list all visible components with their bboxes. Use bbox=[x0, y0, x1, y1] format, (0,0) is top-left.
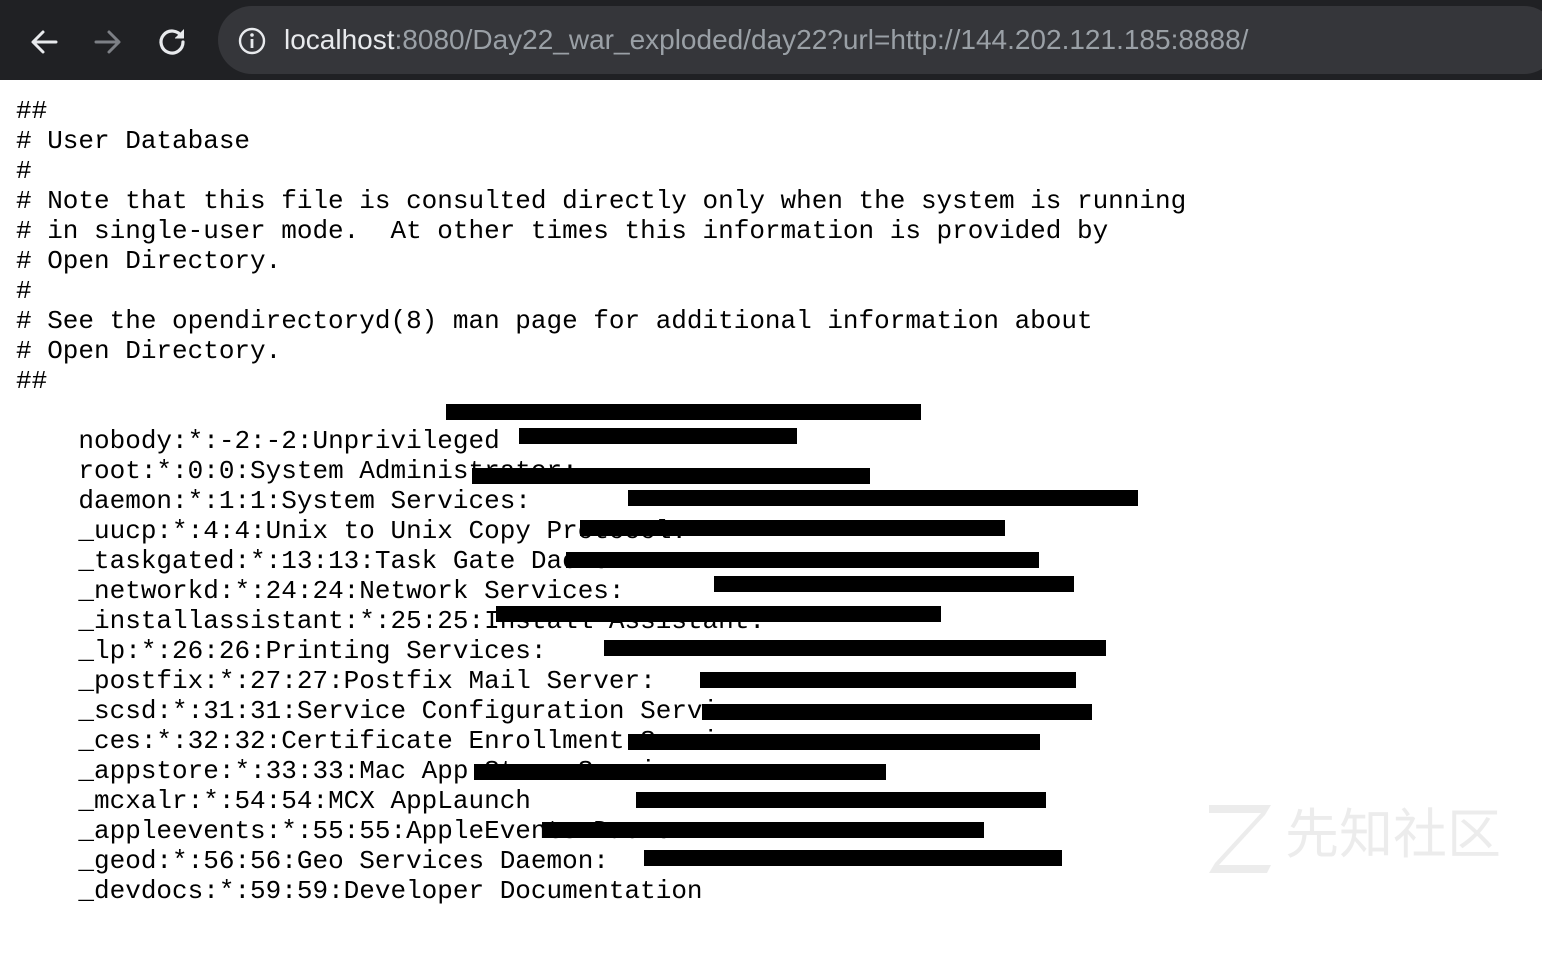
passwd-entry: _mcxalr:*:54:54:MCX AppLaunch bbox=[16, 756, 1526, 816]
address-bar[interactable]: localhost:8080/Day22_war_exploded/day22?… bbox=[218, 6, 1542, 74]
url-host: localhost bbox=[284, 24, 395, 55]
page-content: ## # User Database # # Note that this fi… bbox=[16, 96, 1526, 906]
redaction-bar bbox=[472, 468, 870, 484]
redaction-bar bbox=[604, 640, 1106, 656]
redaction-bar bbox=[566, 552, 1039, 568]
watermark: 先知社区 bbox=[1205, 795, 1525, 875]
redaction-bar bbox=[519, 428, 797, 444]
text-line: # See the opendirectoryd(8) man page for… bbox=[16, 306, 1093, 336]
passwd-entry-text: _devdocs:*:59:59:Developer Documentation bbox=[78, 876, 703, 906]
url-text[interactable]: localhost:8080/Day22_war_exploded/day22?… bbox=[284, 22, 1248, 58]
text-line: # bbox=[16, 276, 32, 306]
passwd-entry: _postfix:*:27:27:Postfix Mail Server: bbox=[16, 636, 1526, 696]
arrow-right-icon bbox=[94, 30, 121, 54]
passwd-entry: _taskgated:*:13:13:Task Gate Daemon: bbox=[16, 516, 1526, 576]
redaction-bar bbox=[636, 792, 1046, 808]
passwd-entry: _appstore:*:33:33:Mac App Store Service bbox=[16, 726, 1526, 786]
reload-icon bbox=[159, 29, 185, 55]
passwd-entry: _networkd:*:24:24:Network Services: bbox=[16, 546, 1526, 606]
url-path: :8080/Day22_war_exploded/day22?url=http:… bbox=[394, 24, 1249, 55]
passwd-entry: daemon:*:1:1:System Services: bbox=[16, 456, 1526, 516]
redaction-bar bbox=[628, 490, 1138, 506]
passwd-entry: root:*:0:0:System Administrator: bbox=[16, 426, 1526, 486]
arrow-left-icon bbox=[31, 30, 58, 54]
watermark-logo-icon bbox=[1209, 805, 1271, 873]
text-line: # Open Directory. bbox=[16, 246, 282, 276]
passwd-entry: _ces:*:32:32:Certificate Enrollment Serv… bbox=[16, 696, 1526, 756]
text-line: # User Database bbox=[16, 126, 251, 156]
redaction-bar bbox=[700, 672, 1076, 688]
passwd-entry: _uucp:*:4:4:Unix to Unix Copy Protocol: bbox=[16, 486, 1526, 546]
back-button[interactable] bbox=[22, 20, 66, 64]
redaction-bar bbox=[628, 734, 1040, 750]
text-line: # Note that this file is consulted direc… bbox=[16, 186, 1187, 216]
redaction-bar bbox=[702, 704, 1092, 720]
text-line: # bbox=[16, 156, 32, 186]
redaction-bar bbox=[542, 822, 984, 838]
watermark-text: 先知社区 bbox=[1285, 803, 1501, 866]
forward-button[interactable] bbox=[86, 20, 130, 64]
passwd-entry: nobody:*:-2:-2:Unprivileged bbox=[16, 396, 1526, 456]
text-line: # Open Directory. bbox=[16, 336, 282, 366]
info-circle-icon[interactable] bbox=[238, 27, 266, 55]
text-line: ## bbox=[16, 366, 48, 396]
browser-toolbar: localhost:8080/Day22_war_exploded/day22?… bbox=[0, 0, 1542, 80]
redaction-bar bbox=[496, 606, 941, 622]
passwd-entry: _scsd:*:31:31:Service Configuration Serv… bbox=[16, 666, 1526, 726]
reload-button[interactable] bbox=[150, 20, 194, 64]
redaction-bar bbox=[474, 764, 886, 780]
passwd-entry: _installassistant:*:25:25:Install Assist… bbox=[16, 576, 1526, 636]
redaction-bar bbox=[446, 404, 921, 420]
text-line: ## bbox=[16, 96, 48, 126]
redaction-bar bbox=[580, 520, 1005, 536]
text-line: # in single-user mode. At other times th… bbox=[16, 216, 1109, 246]
passwd-entry: _lp:*:26:26:Printing Services: bbox=[16, 606, 1526, 666]
redaction-bar bbox=[644, 850, 1062, 866]
redaction-bar bbox=[714, 576, 1074, 592]
